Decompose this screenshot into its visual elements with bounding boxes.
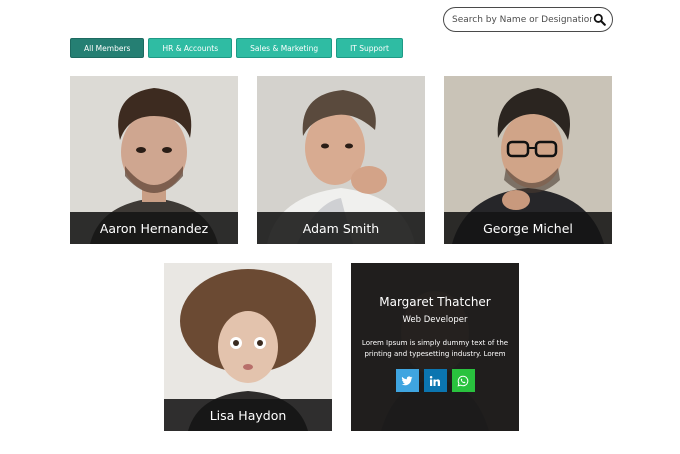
whatsapp-icon	[457, 375, 469, 386]
search-input[interactable]	[452, 11, 592, 28]
twitter-icon	[401, 375, 413, 385]
member-card-george[interactable]: George Michel	[444, 76, 612, 244]
linkedin-button[interactable]	[423, 369, 447, 392]
search-box[interactable]	[443, 7, 613, 32]
member-caption: Aaron Hernandez	[70, 212, 238, 244]
filter-sales-marketing[interactable]: Sales & Marketing	[236, 38, 333, 58]
member-name: Aaron Hernandez	[99, 220, 209, 236]
filter-it-support[interactable]: IT Support	[336, 38, 403, 58]
member-name: Lisa Haydon	[209, 407, 287, 423]
search-icon[interactable]	[593, 13, 606, 26]
linkedin-icon	[429, 375, 440, 386]
member-card-adam[interactable]: Adam Smith	[257, 76, 425, 244]
member-name: Margaret Thatcher	[379, 295, 491, 309]
filter-tabs: All Members HR & Accounts Sales & Market…	[70, 38, 403, 58]
member-card-margaret[interactable]: Margaret Thatcher Web Developer Lorem Ip…	[351, 263, 519, 431]
member-name: Adam Smith	[302, 220, 380, 236]
member-name: George Michel	[483, 220, 573, 236]
member-caption: Adam Smith	[257, 212, 425, 244]
filter-hr-accounts[interactable]: HR & Accounts	[148, 38, 233, 58]
member-card-aaron[interactable]: Aaron Hernandez	[70, 76, 238, 244]
whatsapp-button[interactable]	[451, 369, 475, 392]
member-designation: Web Developer	[402, 315, 468, 325]
member-caption: Lisa Haydon	[164, 399, 332, 431]
member-caption: George Michel	[444, 212, 612, 244]
member-card-lisa[interactable]: Lisa Haydon	[164, 263, 332, 431]
member-bio: Lorem Ipsum is simply dummy text of the …	[361, 339, 509, 358]
filter-all-members[interactable]: All Members	[70, 38, 145, 58]
social-links	[395, 369, 475, 392]
twitter-button[interactable]	[395, 369, 419, 392]
member-detail-overlay: Margaret Thatcher Web Developer Lorem Ip…	[351, 263, 519, 431]
